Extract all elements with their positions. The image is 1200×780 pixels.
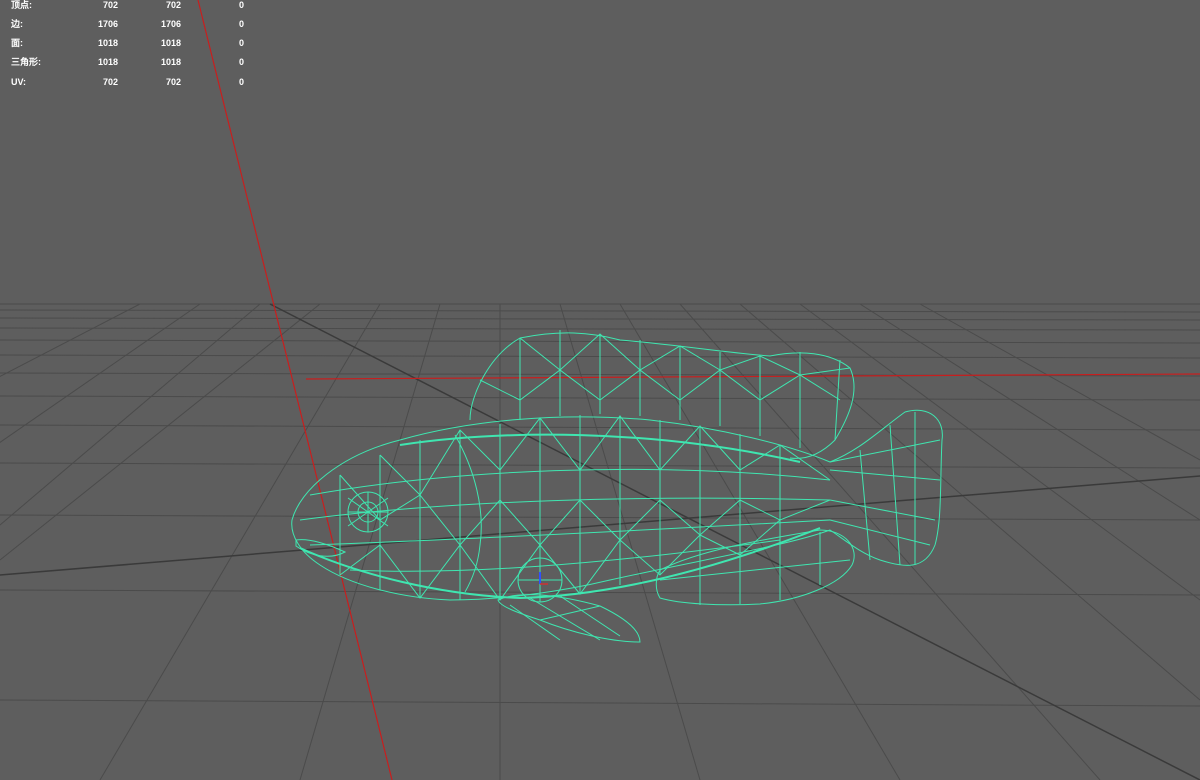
3d-viewport[interactable]: 顶点: 702 702 0 边: 1706 1706 0 面: 1018 101… [0, 0, 1200, 780]
hud-label: 顶点: [11, 0, 32, 10]
hud-row-vertices: 顶点: 702 702 0 [0, 0, 260, 15]
hud-row-uvs: UV: 702 702 0 [0, 73, 260, 92]
hud-label: UV: [11, 77, 27, 87]
hud-value: 702 [102, 0, 118, 10]
hud-row-triangles: 三角形: 1018 1018 0 [0, 53, 260, 72]
hud-value: 1706 [97, 19, 118, 29]
hud-value: 0 [238, 19, 244, 29]
viewport-canvas[interactable] [0, 0, 1200, 780]
hud-value: 0 [238, 0, 244, 10]
hud-row-edges: 边: 1706 1706 0 [0, 15, 260, 34]
hud-value: 0 [238, 77, 244, 87]
hud-label: 面: [11, 38, 23, 48]
hud-value: 702 [102, 77, 118, 87]
hud-value: 1018 [97, 57, 118, 67]
world-axes [197, 0, 1200, 780]
hud-value: 1018 [97, 38, 118, 48]
poly-count-hud: 顶点: 702 702 0 边: 1706 1706 0 面: 1018 101… [0, 0, 260, 96]
hud-value: 0 [238, 57, 244, 67]
hud-value: 1018 [160, 57, 181, 67]
hud-row-faces: 面: 1018 1018 0 [0, 34, 260, 53]
hud-value: 702 [165, 0, 181, 10]
hud-label: 三角形: [11, 57, 41, 67]
hud-value: 0 [238, 38, 244, 48]
pivot-gizmo[interactable] [539, 572, 548, 585]
hud-value: 702 [165, 77, 181, 87]
hud-value: 1706 [160, 19, 181, 29]
hud-value: 1018 [160, 38, 181, 48]
hud-label: 边: [11, 19, 23, 29]
